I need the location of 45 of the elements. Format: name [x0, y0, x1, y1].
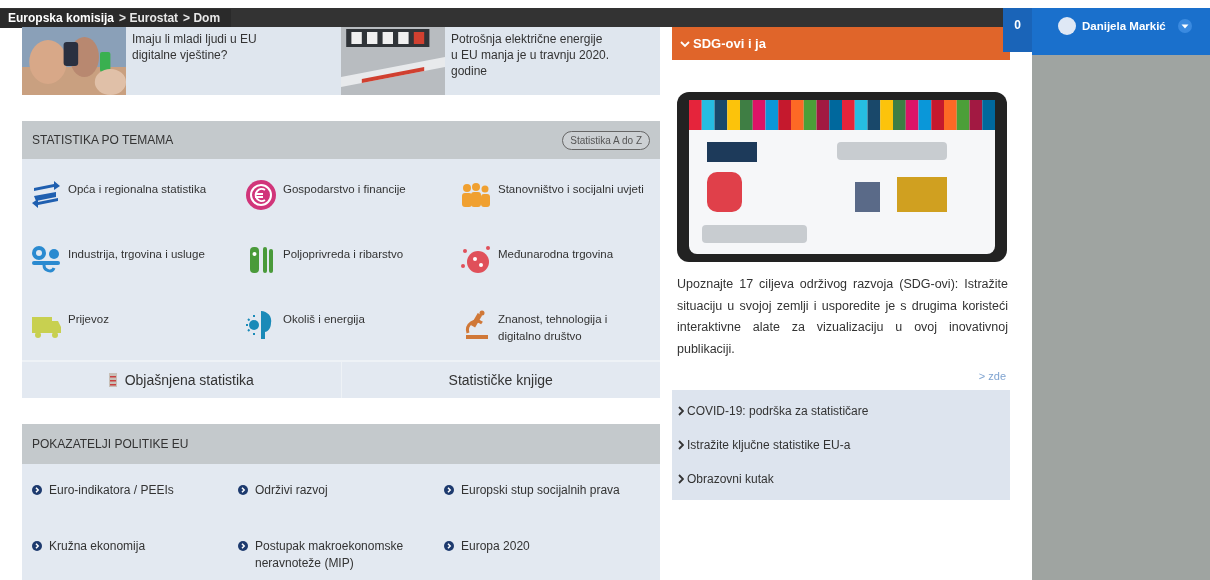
chevron-bullet-icon — [444, 541, 454, 551]
breadcrumb-link[interactable]: > Dom — [183, 11, 221, 25]
sidebar-link[interactable]: COVID-19: podrška za statističare — [687, 404, 869, 418]
topic-link[interactable]: Prijevoz — [68, 309, 218, 328]
notification-badge[interactable]: 0 — [1003, 8, 1032, 52]
topic-link[interactable]: Međunarodna trgovina — [498, 244, 648, 263]
policy-link[interactable]: Kružna ekonomija — [49, 538, 229, 555]
statistics-a-z-button[interactable]: Statistika A do Z — [562, 130, 650, 150]
chevron-down-icon — [680, 39, 690, 48]
topic-link[interactable]: Opća i regionalna statistika — [68, 179, 218, 198]
chevron-bullet-icon — [444, 485, 454, 495]
topic-link[interactable]: Okoliš i energija — [283, 309, 433, 328]
book-icon — [108, 373, 117, 387]
sidebar-link[interactable]: Obrazovni kutak — [687, 472, 774, 486]
user-name[interactable]: Danijela Markić — [1082, 19, 1166, 32]
policy-link[interactable]: Euro-indikatora / PEEIs — [49, 482, 229, 499]
topic-link[interactable]: Industrija, trgovina i usluge — [68, 244, 218, 263]
chevron-right-icon — [678, 406, 684, 416]
topic-link[interactable]: Poljoprivreda i ribarstvo — [283, 244, 433, 263]
panel-title: STATISTIKA PO TEMAMA — [32, 133, 174, 147]
chevron-bullet-icon — [238, 541, 248, 551]
topic-link[interactable]: Gospodarstvo i financije — [283, 179, 433, 198]
policy-link[interactable]: Europa 2020 — [461, 538, 641, 555]
panel-title: POKAZATELJI POLITIKE EU — [32, 437, 189, 451]
section-title: SDG-ovi i ja — [693, 36, 766, 51]
policy-link[interactable]: Održivi razvoj — [255, 482, 435, 499]
dropdown-icon[interactable] — [1177, 18, 1192, 33]
chevron-right-icon — [678, 440, 684, 450]
chevron-right-icon — [678, 474, 684, 484]
avatar-icon — [1058, 16, 1076, 35]
chevron-bullet-icon — [238, 485, 248, 495]
chevron-bullet-icon — [32, 485, 42, 495]
news-link[interactable]: Potrošnja električne energije u EU manja je u travnju 2020. godine — [451, 27, 611, 95]
policy-link[interactable]: Europski stup socijalnih prava — [461, 482, 641, 499]
footer-link[interactable]: Objašnjena statistika — [124, 372, 254, 388]
description-paragraph: Upoznajte 17 ciljeva održivog razvoja (SDG-ovi): Istražite situaciju u svojoj zemlji i usporedite je s drugima koristeći interaktivne alate za vizualizaciju u ovoj inovativnoj publikaciji. — [677, 276, 1008, 358]
policy-link[interactable]: Postupak makroekonomske neravnoteže (MIP) — [255, 538, 435, 572]
sidebar-link[interactable]: Istražite ključne statistike EU-a — [687, 438, 851, 452]
topic-link[interactable]: Stanovništvo i socijalni uvjeti — [498, 179, 648, 198]
breadcrumb-link[interactable]: > Eurostat — [119, 11, 179, 25]
topic-link[interactable]: Znanost, tehnologija i digitalno društvo — [498, 309, 648, 345]
breadcrumb-link[interactable]: Europska komisija — [8, 11, 115, 25]
chevron-bullet-icon — [32, 541, 42, 551]
footer-link[interactable]: Statističke knjige — [448, 372, 553, 388]
news-link[interactable]: Imaju li mladi ljudi u EU digitalne vještine? — [132, 27, 292, 95]
